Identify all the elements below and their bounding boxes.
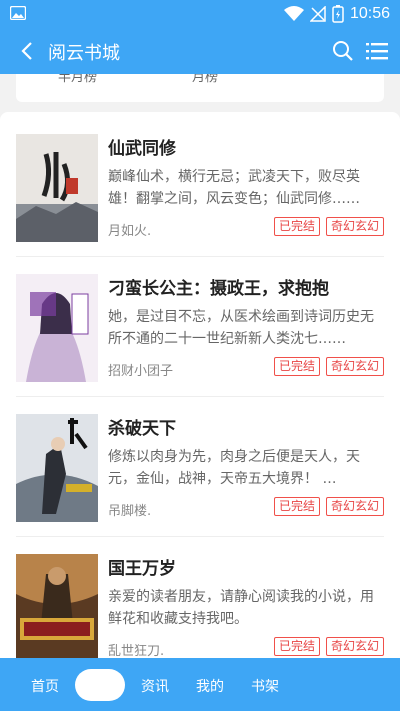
book-desc: 巅峰仙术，横行无忌；武凌天下，败尽英雄！翻掌之间，风云变色；仙武同修…… — [108, 169, 360, 207]
book-tags: 已完结 奇幻玄幻 — [273, 637, 384, 656]
nav-mine[interactable]: 我的 — [196, 676, 224, 696]
book-title: 杀破天下 — [108, 419, 176, 439]
status-badge: 已完结 — [273, 497, 320, 516]
nav-home[interactable]: 首页 — [31, 676, 59, 696]
book-list: 仙武同修 巅峰仙术，横行无忌；武凌天下，败尽英雄！翻掌之间，风云变色；仙武同修…… — [0, 112, 400, 658]
book-desc: 她，是过目不忘，从医术绘画到诗词历史无所不通的二十一世纪新新人类沈七…… — [108, 309, 374, 347]
book-item[interactable]: 仙武同修 巅峰仙术，横行无忌；武凌天下，败尽英雄！翻掌之间，风云变色；仙武同修…… — [16, 134, 384, 254]
status-badge: 已完结 — [273, 637, 320, 656]
book-item[interactable]: 国王万岁 亲爱的读者朋友，请静心阅读我的小说，用鲜花和收藏支持我吧。 乱世狂刀.… — [16, 554, 384, 658]
book-author: 招财小团子 — [108, 364, 174, 379]
status-badge: 已完结 — [273, 217, 320, 236]
book-author: 吊脚楼. — [108, 504, 152, 519]
tab-month[interactable]: 月榜 — [192, 74, 218, 85]
book-desc: 亲爱的读者朋友，请静心阅读我的小说，用鲜花和收藏支持我吧。 — [108, 589, 374, 627]
book-list-scroll[interactable]: 半月榜 月榜 仙武同修 巅峰仙术，横行无忌；武凌天下，败尽英雄！翻掌之间，风云变… — [0, 74, 400, 658]
book-title: 国王万岁 — [108, 559, 176, 579]
chevron-left-icon — [21, 42, 32, 60]
status-badge: 已完结 — [273, 357, 320, 376]
bottom-nav: 首页 资讯 我的 书架 — [0, 658, 400, 711]
book-cover — [16, 134, 98, 242]
battery-icon — [332, 5, 344, 23]
image-notification-icon — [10, 6, 26, 20]
status-bar: 10:56 — [0, 0, 400, 28]
book-item[interactable]: 杀破天下 修炼以肉身为先，肉身之后便是天人，天元，金仙，战神，天帝五大境界！ …… — [16, 414, 384, 534]
search-button[interactable] — [328, 36, 358, 66]
status-time: 10:56 — [349, 5, 390, 22]
nav-shelf[interactable]: 书架 — [251, 676, 279, 696]
book-cover — [16, 274, 98, 382]
genre-badge: 奇幻玄幻 — [325, 217, 384, 236]
nav-news[interactable]: 资讯 — [141, 676, 169, 696]
rank-tabs: 半月榜 月榜 — [16, 74, 384, 102]
book-item[interactable]: 刁蛮长公主：摄政王，求抱抱 她，是过目不忘，从医术绘画到诗词历史无所不通的二十一… — [16, 274, 384, 394]
nav-center-pill[interactable] — [75, 669, 125, 701]
genre-badge: 奇幻玄幻 — [325, 637, 384, 656]
divider — [16, 396, 384, 397]
page-title: 阅云书城 — [48, 43, 120, 64]
wifi-icon — [283, 6, 304, 21]
book-title: 仙武同修 — [108, 139, 176, 159]
list-menu-icon — [366, 43, 388, 60]
book-tags: 已完结 奇幻玄幻 — [273, 217, 384, 236]
app-bar: 阅云书城 — [0, 28, 400, 74]
no-signal-icon — [309, 6, 326, 22]
book-cover — [16, 414, 98, 522]
book-tags: 已完结 奇幻玄幻 — [273, 357, 384, 376]
book-author: 乱世狂刀. — [108, 644, 165, 658]
back-button[interactable] — [12, 36, 42, 66]
divider — [16, 256, 384, 257]
tab-half-month[interactable]: 半月榜 — [58, 74, 97, 85]
genre-badge: 奇幻玄幻 — [325, 497, 384, 516]
book-author: 月如火. — [108, 224, 152, 239]
book-tags: 已完结 奇幻玄幻 — [273, 497, 384, 516]
book-title: 刁蛮长公主：摄政王，求抱抱 — [108, 279, 329, 299]
genre-badge: 奇幻玄幻 — [325, 357, 384, 376]
divider — [16, 536, 384, 537]
search-icon — [333, 41, 353, 61]
book-cover — [16, 554, 98, 658]
menu-button[interactable] — [362, 36, 392, 66]
book-desc: 修炼以肉身为先，肉身之后便是天人，天元，金仙，战神，天帝五大境界！ … — [108, 449, 360, 487]
